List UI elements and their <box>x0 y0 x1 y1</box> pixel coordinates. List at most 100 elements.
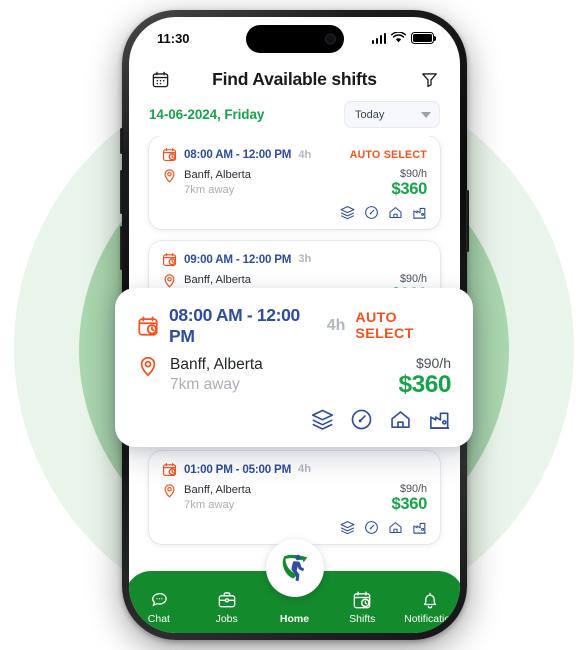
shift-distance: 7km away <box>184 183 235 196</box>
shift-location: Banff, Alberta <box>184 169 251 181</box>
page-title: Find Available shifts <box>212 68 377 89</box>
nav-item-jobs[interactable]: Jobs <box>193 590 261 625</box>
date-filter-row: 14-06-2024, Friday Today <box>129 95 460 136</box>
popup-shift-distance: 7km away <box>170 376 240 394</box>
shift-tag-row <box>162 520 427 535</box>
popup-auto-select-badge: AUTO SELECT <box>355 310 414 342</box>
shift-card[interactable]: 08:00 AM - 12:00 PM 4h AUTO SELECT Banff… <box>149 136 440 229</box>
shift-card-popup[interactable]: 08:00 AM - 12:00 PM 4h AUTO SELECT Banff… <box>115 288 473 448</box>
shift-distance: 7km away <box>184 498 235 511</box>
nav-label-shifts: Shifts <box>349 613 376 625</box>
shift-location-block: Banff, Alberta 7km away <box>162 168 391 199</box>
cellular-signal-icon <box>371 32 386 44</box>
calendar-clock-icon <box>162 462 177 477</box>
briefcase-icon <box>217 590 237 610</box>
nav-label-home: Home <box>279 613 310 625</box>
shift-duration: 3h <box>298 253 312 266</box>
factory-icon[interactable] <box>412 205 427 220</box>
screenshot-stage: 11:30 Find Available shifts 14-06-2024, … <box>0 0 587 650</box>
wifi-icon <box>390 30 407 46</box>
shift-location: Banff, Alberta <box>184 483 251 496</box>
home-icon[interactable] <box>388 520 403 535</box>
shift-tag-row <box>162 205 427 220</box>
home-icon[interactable] <box>389 408 412 431</box>
shift-card-time-row: 09:00 AM - 12:00 PM 3h <box>162 252 427 267</box>
gauge-icon[interactable] <box>364 520 379 535</box>
nav-item-home[interactable] <box>265 539 324 597</box>
status-bar: 11:30 <box>129 17 460 59</box>
popup-location-block: Banff, Alberta 7km away <box>137 355 398 399</box>
filter-icon[interactable] <box>418 68 440 90</box>
shift-card[interactable]: 01:00 PM - 05:00 PM 4h Banff, Alberta 7k… <box>149 450 440 544</box>
gauge-icon[interactable] <box>350 408 373 431</box>
popup-body: Banff, Alberta 7km away $90/h $360 <box>137 355 451 399</box>
popup-shift-duration: 4h <box>326 317 346 334</box>
bottom-navigation: Chat Jobs Shifts Notification Home <box>129 539 460 633</box>
shift-duration: 4h <box>298 463 312 476</box>
status-bar-indicators <box>371 30 437 46</box>
gauge-icon[interactable] <box>364 205 379 220</box>
chevron-down-icon <box>421 111 431 118</box>
shift-total-pay: $360 <box>391 494 427 513</box>
app-header: Find Available shifts <box>129 59 460 95</box>
popup-location-text: Banff, Alberta 7km away <box>170 355 263 399</box>
selected-date-label: 14-06-2024, Friday <box>149 107 265 122</box>
app-logo-icon <box>275 546 315 591</box>
popup-shift-time: 08:00 AM - 12:00 PM <box>169 305 300 346</box>
phone-power-button <box>466 190 469 252</box>
layers-icon[interactable] <box>340 205 355 220</box>
calendar-clock-icon <box>137 315 159 337</box>
location-pin-icon <box>137 355 159 377</box>
shift-card-body: Banff, Alberta 7km away $90/h $360 <box>162 168 427 199</box>
shift-card-body: Banff, Alberta 7km away $90/h $360 <box>162 483 427 514</box>
shift-pay-block: $90/h $360 <box>391 483 427 514</box>
battery-icon <box>411 32 437 44</box>
shift-time: 08:00 AM - 12:00 PM <box>184 148 292 161</box>
shift-time: 01:00 PM - 05:00 PM <box>184 462 292 476</box>
date-range-dropdown[interactable]: Today <box>344 101 440 128</box>
status-bar-time: 11:30 <box>157 30 190 46</box>
bell-icon <box>420 590 440 610</box>
shift-location-text: Banff, Alberta 7km away <box>184 483 251 514</box>
phone-volume-up-button <box>120 170 123 214</box>
nav-item-notification[interactable]: Notification <box>396 590 460 625</box>
layers-icon[interactable] <box>311 408 334 431</box>
shift-card-time-row: 01:00 PM - 05:00 PM 4h <box>162 462 427 477</box>
popup-pay-block: $90/h $360 <box>398 355 451 399</box>
shift-hourly-rate: $90/h <box>399 272 427 285</box>
shift-card-time-row: 08:00 AM - 12:00 PM 4h AUTO SELECT <box>162 147 427 162</box>
home-icon[interactable] <box>388 205 403 220</box>
shift-hourly-rate: $90/h <box>399 168 427 180</box>
popup-tag-row <box>137 408 451 431</box>
nav-label-chat: Chat <box>147 613 170 625</box>
popup-shift-location: Banff, Alberta <box>170 356 263 373</box>
popup-time-row: 08:00 AM - 12:00 PM 4h AUTO SELECT <box>137 305 451 347</box>
shift-location-block: Banff, Alberta 7km away <box>162 483 391 514</box>
factory-icon[interactable] <box>428 408 451 431</box>
popup-total-pay: $360 <box>398 371 451 398</box>
location-pin-icon <box>162 168 177 183</box>
shift-pay-block: $90/h $360 <box>391 168 427 199</box>
location-pin-icon <box>162 273 177 288</box>
shift-location-text: Banff, Alberta 7km away <box>184 168 251 199</box>
date-range-dropdown-value: Today <box>355 108 385 121</box>
calendar-icon[interactable] <box>149 68 171 90</box>
dynamic-island <box>245 25 344 53</box>
calendar-clock-icon <box>352 590 372 610</box>
location-pin-icon <box>162 483 177 498</box>
front-camera-icon <box>324 33 336 45</box>
shift-duration: 4h <box>298 148 312 161</box>
shift-location: Banff, Alberta <box>184 273 251 286</box>
nav-item-shifts[interactable]: Shifts <box>328 590 396 625</box>
layers-icon[interactable] <box>340 520 355 535</box>
factory-icon[interactable] <box>412 520 427 535</box>
nav-item-chat[interactable]: Chat <box>129 590 193 625</box>
popup-hourly-rate: $90/h <box>415 355 451 371</box>
calendar-clock-icon <box>162 252 177 267</box>
nav-label-notification: Notification <box>404 613 457 625</box>
auto-select-badge: AUTO SELECT <box>349 148 427 161</box>
shift-hourly-rate: $90/h <box>399 482 427 495</box>
nav-label-jobs: Jobs <box>215 613 238 625</box>
shift-time: 09:00 AM - 12:00 PM <box>184 252 292 266</box>
shift-total-pay: $360 <box>391 180 427 198</box>
